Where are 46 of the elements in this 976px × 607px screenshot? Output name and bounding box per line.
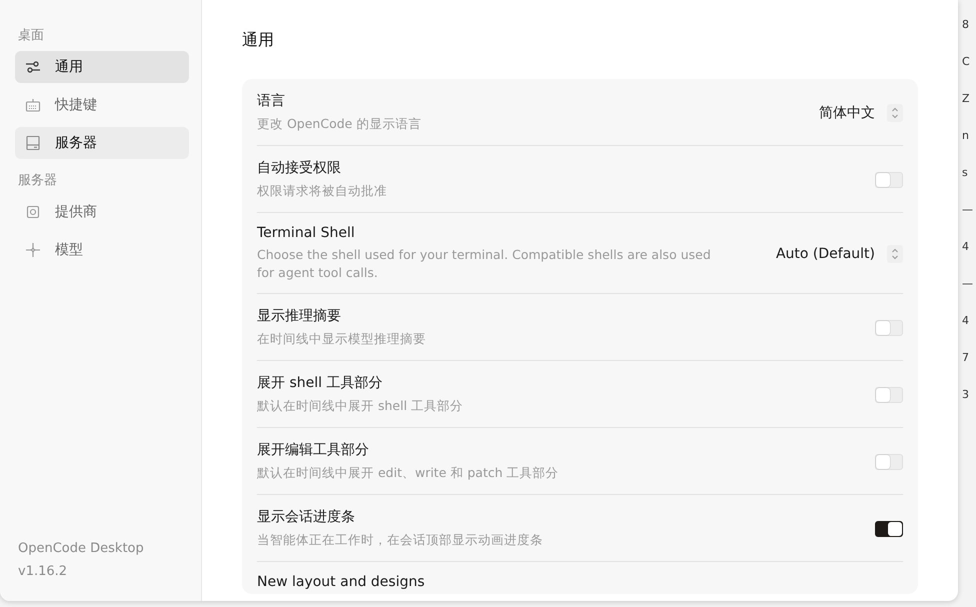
background-value: 8 <box>962 18 970 31</box>
setting-description: 更改 OpenCode 的显示语言 <box>257 115 422 133</box>
sidebar-section-heading: 服务器 <box>18 172 58 189</box>
sliders-icon <box>25 59 41 75</box>
server-icon <box>25 135 41 151</box>
background-value: 7 <box>962 351 970 364</box>
background-value: s <box>962 166 969 179</box>
background-value: — <box>962 203 974 216</box>
background-value: 3 <box>962 388 970 401</box>
background-value: Z <box>962 92 971 105</box>
chevron-icon[interactable] <box>887 104 903 122</box>
sparkle-icon <box>25 242 41 258</box>
sidebar-item[interactable]: 提供商 <box>15 196 189 228</box>
setting-label: 展开编辑工具部分 <box>257 441 370 459</box>
sidebar-item[interactable]: 快捷键 <box>15 89 189 121</box>
background-value: — <box>962 277 974 290</box>
background-value: 4 <box>962 240 970 253</box>
setting-label: New layout and designs <box>257 574 425 590</box>
setting-description: Choose the shell used for your terminal. Compatible shells are also used for agent tool calls. <box>257 246 712 282</box>
background-value: 4 <box>962 314 970 327</box>
setting-description: 权限请求将被自动批准 <box>257 182 387 200</box>
setting-label: 自动接受权限 <box>257 159 342 177</box>
select-value[interactable]: 简体中文 <box>819 104 875 122</box>
setting-description: 当智能体正在工作时，在会话顶部显示动画进度条 <box>257 531 543 549</box>
select-value[interactable]: Auto (Default) <box>776 246 875 262</box>
setting-description: 默认在时间线中展开 edit、write 和 patch 工具部分 <box>257 464 559 482</box>
sidebar-item[interactable]: 通用 <box>15 51 189 83</box>
sidebar-item[interactable]: 服务器 <box>15 127 189 159</box>
app-version: v1.16.2 <box>18 564 68 579</box>
app-name: OpenCode Desktop <box>18 541 145 556</box>
keyboard-icon <box>25 97 41 113</box>
toggle-switch[interactable] <box>875 520 903 536</box>
sidebar-item[interactable]: 模型 <box>15 234 189 266</box>
setting-description: 默认在时间线中展开 shell 工具部分 <box>257 397 464 415</box>
background-value: n <box>962 129 970 142</box>
setting-label: Terminal Shell <box>257 225 356 241</box>
setting-label: 显示会话进度条 <box>257 508 356 526</box>
chevron-icon[interactable] <box>887 244 903 262</box>
background-value: C <box>962 55 971 68</box>
chip-icon <box>25 204 41 220</box>
page-title: 通用 <box>242 30 275 51</box>
setting-label: 展开 shell 工具部分 <box>257 374 384 392</box>
sidebar-section-heading: 桌面 <box>18 27 45 44</box>
setting-label: 显示推理摘要 <box>257 307 342 325</box>
setting-label: 语言 <box>257 92 286 110</box>
setting-description: 在时间线中显示模型推理摘要 <box>257 330 426 348</box>
